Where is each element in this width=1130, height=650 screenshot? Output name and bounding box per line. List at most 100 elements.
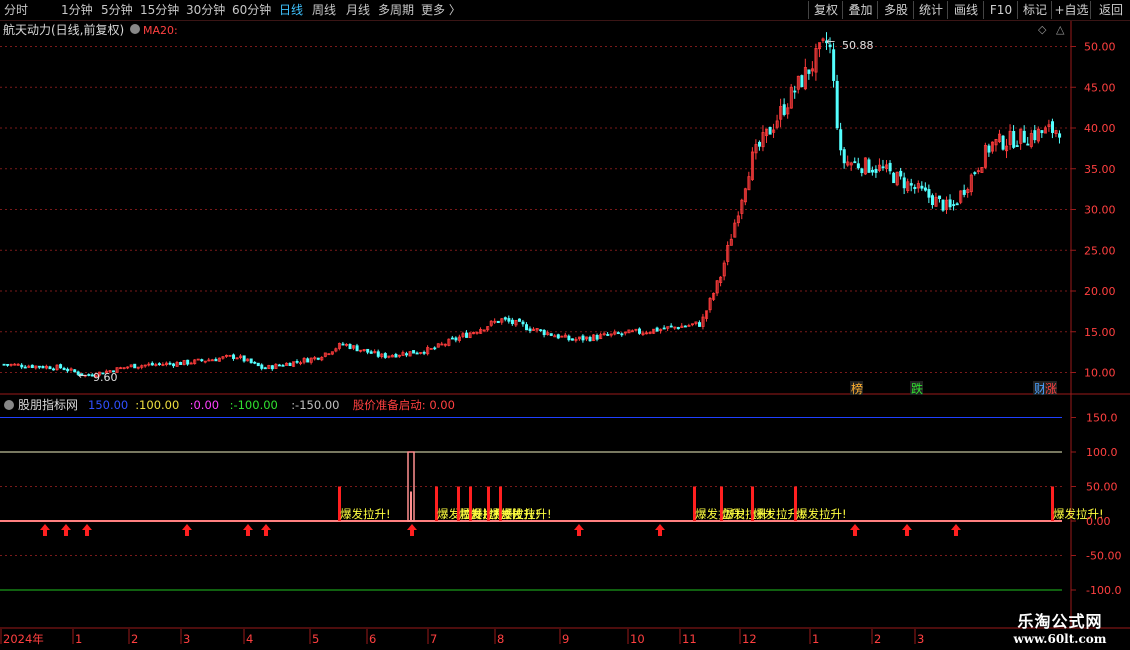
candle-body: [341, 343, 345, 346]
candle-body: [6, 363, 10, 366]
period-tab-1[interactable]: 1分钟: [61, 1, 93, 19]
candle-body: [856, 163, 860, 169]
candle-body: [179, 361, 183, 365]
period-tab-10[interactable]: 更多 〉: [421, 1, 461, 19]
candle-body: [930, 195, 934, 206]
candle-body: [662, 327, 666, 330]
candle-body: [214, 358, 218, 362]
candle-body: [263, 367, 267, 370]
candle-body: [369, 351, 373, 354]
period-tab-9[interactable]: 多周期: [378, 1, 414, 19]
candle-body: [528, 328, 532, 332]
toolbar-action-1[interactable]: 叠加: [842, 1, 878, 19]
candle-body: [394, 353, 398, 358]
site-watermark: 乐淘公式网 www.60lt.com: [1013, 612, 1107, 646]
indicator-group: 爆发拉升! 爆发拉升!爆发拉升!爆发拉升!爆发拉升!爆发拉升! 爆发拉升!爆发拉升!…: [0, 417, 1104, 591]
x-tick-label: 10: [630, 632, 645, 646]
toolbar-action-7[interactable]: +自选: [1051, 1, 1091, 19]
period-tab-3[interactable]: 15分钟: [140, 1, 179, 19]
ind-tick-label: -50.00: [1086, 550, 1121, 563]
up-arrow-icon: [82, 524, 92, 536]
x-tick-label: 5: [312, 632, 319, 646]
candle-body: [23, 366, 27, 369]
candle-body: [242, 355, 246, 362]
period-tab-5[interactable]: 60分钟: [232, 1, 271, 19]
candle-body: [383, 353, 387, 358]
toolbar-action-3[interactable]: 统计: [913, 1, 948, 19]
candle-body: [521, 321, 525, 325]
x-tick-label: 2024年: [3, 632, 44, 646]
candle-body: [412, 350, 416, 354]
candle-body: [620, 333, 624, 336]
candle-body: [87, 374, 91, 376]
candle-body: [782, 104, 786, 115]
period-tab-2[interactable]: 5分钟: [101, 1, 133, 19]
up-arrow-icon: [182, 524, 192, 536]
toolbar-action-0[interactable]: 复权: [808, 1, 843, 19]
candle-body: [800, 75, 804, 88]
toolbar-action-6[interactable]: 标记: [1017, 1, 1052, 19]
toolbar-action-4[interactable]: 画线: [947, 1, 984, 19]
candle-body: [157, 363, 161, 365]
candle-body: [306, 358, 310, 363]
toolbar-action-8[interactable]: 返回: [1090, 1, 1130, 19]
y-tick-label: 15.00: [1084, 326, 1116, 339]
candle-body: [768, 126, 772, 135]
indicator-value-4: :-150.00: [291, 398, 339, 412]
candle-body: [168, 362, 172, 365]
candle-body: [133, 363, 137, 369]
candle-body: [2, 363, 6, 366]
candle-body: [698, 322, 702, 327]
period-tab-7[interactable]: 周线: [312, 1, 336, 19]
period-tab-0[interactable]: 分时: [4, 1, 28, 19]
period-tab-8[interactable]: 月线: [346, 1, 370, 19]
candle-body: [450, 337, 454, 340]
candle-body: [405, 353, 409, 356]
arrow-up-icon[interactable]: △: [1056, 23, 1065, 36]
candle-body: [454, 337, 458, 341]
candle-body: [1022, 130, 1026, 143]
x-tick-label: 7: [430, 632, 437, 646]
candle-body: [232, 354, 236, 359]
up-arrow-icon: [574, 524, 584, 536]
candle-body: [1001, 135, 1005, 150]
candle-body: [881, 166, 885, 169]
x-tick-label: 1: [812, 632, 819, 646]
toolbar-action-2[interactable]: 多股: [877, 1, 914, 19]
period-toolbar: 分时 1分钟 5分钟 15分钟 30分钟 60分钟 日线 周线 月线 多周期 更多 〉 复权 叠加 多股统…: [0, 0, 1130, 21]
candle-body: [987, 145, 991, 153]
candle-body: [260, 364, 264, 369]
indicator-values: 150.00:100.00:0.00:-100.00:-150.00 股价准备启动…: [88, 398, 455, 412]
candle-body: [316, 357, 320, 360]
indicator-value-0: 150.00: [88, 398, 128, 412]
x-tick-label: 8: [497, 632, 504, 646]
candle-body: [542, 329, 546, 336]
candle-body: [676, 327, 680, 330]
candle-body: [415, 352, 419, 355]
candle-body: [41, 365, 45, 369]
diamond-icon[interactable]: ◇: [1038, 23, 1047, 36]
x-tick-label: 9: [562, 632, 569, 646]
toolbar-action-5[interactable]: F10: [983, 1, 1018, 19]
period-tab-6[interactable]: 日线: [279, 1, 303, 19]
candle-body: [938, 195, 942, 200]
x-tick-label: 4: [246, 632, 253, 646]
candle-body: [870, 169, 874, 173]
indicator-collapse-icon[interactable]: [4, 400, 14, 410]
candle-body: [860, 168, 864, 174]
candle-body: [503, 317, 507, 320]
y-tick-label: 35.00: [1084, 163, 1116, 176]
candle-body: [30, 364, 34, 368]
candle-body: [186, 359, 190, 365]
candle-body: [150, 362, 154, 366]
candle-body: [288, 362, 292, 366]
candle-body: [923, 187, 927, 191]
up-arrow-icon: [40, 524, 50, 536]
high-marker: ←: [826, 35, 835, 48]
candle-body: [853, 161, 857, 164]
candle-body: [913, 186, 917, 190]
candle-body: [270, 365, 274, 370]
candle-body: [867, 159, 871, 173]
period-tab-4[interactable]: 30分钟: [186, 1, 225, 19]
collapse-icon[interactable]: [130, 24, 140, 34]
